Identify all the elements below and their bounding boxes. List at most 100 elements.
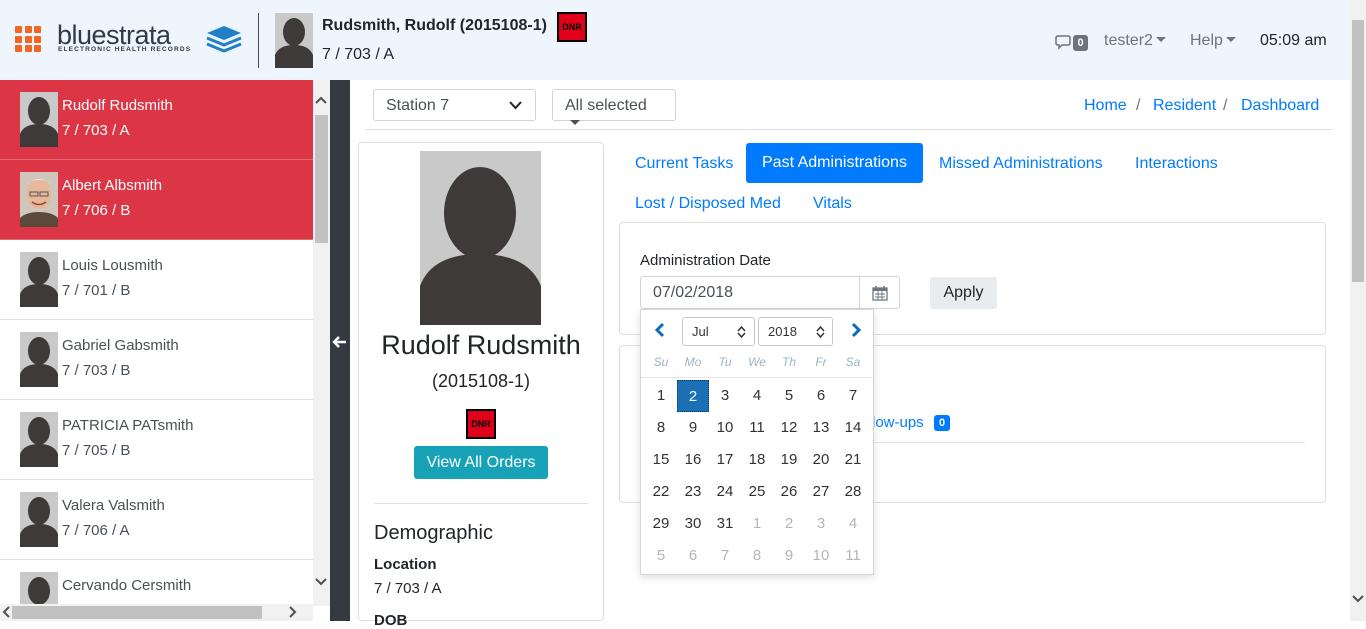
header-dnr-badge: DNR (557, 12, 587, 42)
calendar-day-other-month[interactable]: 10 (805, 540, 837, 572)
resident-name: Valera Valsmith (62, 497, 165, 514)
resident-avatar (20, 92, 58, 147)
resident-item[interactable]: Gabriel Gabsmith 7 / 703 / B (0, 320, 313, 400)
calendar-day[interactable]: 14 (837, 412, 869, 444)
calendar-day[interactable]: 31 (709, 508, 741, 540)
scroll-down-icon[interactable] (1352, 594, 1364, 604)
calendar-day-other-month[interactable]: 4 (837, 508, 869, 540)
calendar-day[interactable]: 21 (837, 444, 869, 476)
tab-current-tasks[interactable]: Current Tasks (635, 155, 733, 173)
calendar-day[interactable]: 22 (645, 476, 677, 508)
next-month-icon[interactable] (849, 322, 863, 338)
resident-item[interactable]: Louis Lousmith 7 / 701 / B (0, 240, 313, 320)
resident-item[interactable]: Valera Valsmith 7 / 706 / A (0, 480, 313, 560)
sidebar-scroll-thumb[interactable] (315, 115, 328, 243)
calendar-day[interactable]: 12 (773, 412, 805, 444)
calendar-day[interactable]: 26 (773, 476, 805, 508)
scroll-up-icon[interactable] (315, 95, 327, 105)
calendar-day[interactable]: 7 (837, 380, 869, 412)
resident-location: 7 / 703 / A (62, 122, 130, 139)
calendar-day[interactable]: 28 (837, 476, 869, 508)
calendar-day[interactable]: 29 (645, 508, 677, 540)
sort-icon (816, 326, 825, 338)
calendar-day[interactable]: 18 (741, 444, 773, 476)
calendar-day[interactable]: 13 (805, 412, 837, 444)
resident-item[interactable]: PATRICIA PATsmith 7 / 705 / B (0, 400, 313, 480)
calendar-day-other-month[interactable]: 2 (773, 508, 805, 540)
messages-icon[interactable] (1055, 34, 1073, 50)
calendar-day-other-month[interactable]: 11 (837, 540, 869, 572)
calendar-day[interactable]: 3 (709, 380, 741, 412)
calendar-day-other-month[interactable]: 8 (741, 540, 773, 572)
resident-item[interactable]: Cervando Cersmith (0, 560, 313, 606)
calendar-day[interactable]: 23 (677, 476, 709, 508)
calendar-day-other-month[interactable]: 7 (709, 540, 741, 572)
profile-id: (2015108-1) (431, 371, 531, 391)
calendar-day[interactable]: 4 (741, 380, 773, 412)
sidebar-collapse-bar[interactable] (330, 80, 350, 621)
calendar-button[interactable] (859, 276, 900, 309)
resident-item[interactable]: Albert Albsmith 7 / 706 / B (0, 160, 313, 240)
calendar-day[interactable]: 17 (709, 444, 741, 476)
calendar-day[interactable]: 16 (677, 444, 709, 476)
calendar-day[interactable]: 27 (805, 476, 837, 508)
resident-avatar (20, 332, 58, 387)
apply-button[interactable]: Apply (930, 277, 997, 309)
tab-past-administrations[interactable]: Past Administrations (746, 143, 923, 183)
scroll-down-icon[interactable] (315, 577, 327, 587)
breadcrumb-home[interactable]: Home (1084, 97, 1127, 115)
calendar-day-other-month[interactable]: 3 (805, 508, 837, 540)
month-select-value: Jul (692, 324, 709, 339)
calendar-day-selected[interactable]: 2 (677, 380, 709, 412)
calendar-day[interactable]: 30 (677, 508, 709, 540)
calendar-day[interactable]: 11 (741, 412, 773, 444)
demographic-heading: Demographic (374, 522, 493, 544)
user-menu[interactable]: tester2 (1104, 32, 1166, 50)
resident-avatar (20, 572, 58, 606)
arrow-left-icon[interactable] (332, 334, 348, 350)
breadcrumb-resident[interactable]: Resident (1153, 97, 1216, 115)
calendar-day[interactable]: 1 (645, 380, 677, 412)
station-select[interactable]: Station 7 (373, 89, 536, 121)
calendar-day-other-month[interactable]: 5 (645, 540, 677, 572)
resident-item[interactable]: Rudolf Rudsmith 7 / 703 / A (0, 80, 313, 160)
calendar-day[interactable]: 6 (805, 380, 837, 412)
year-select[interactable]: 2018 (758, 317, 833, 346)
prev-month-icon[interactable] (653, 322, 667, 338)
view-all-orders-button[interactable]: View All Orders (414, 446, 548, 479)
calendar-day[interactable]: 10 (709, 412, 741, 444)
calendar-day[interactable]: 8 (645, 412, 677, 444)
resident-sidebar: Rudolf Rudsmith 7 / 703 / A Albert Albsm… (0, 80, 313, 606)
calendar-day-other-month[interactable]: 1 (741, 508, 773, 540)
calendar-day[interactable]: 19 (773, 444, 805, 476)
month-select[interactable]: Jul (682, 317, 755, 346)
tab-vitals[interactable]: Vitals (813, 195, 852, 213)
profile-dnr-badge: DNR (466, 409, 496, 439)
tab-missed-administrations[interactable]: Missed Administrations (939, 155, 1103, 173)
apps-grid-icon[interactable] (15, 26, 41, 52)
calendar-day[interactable]: 20 (805, 444, 837, 476)
logo-subtitle: ELECTRONIC HEALTH RECORDS (58, 46, 192, 53)
calendar-day[interactable]: 9 (677, 412, 709, 444)
breadcrumb-dashboard: Dashboard (1241, 97, 1320, 114)
tab-lost-disposed-med[interactable]: Lost / Disposed Med (635, 195, 781, 213)
selection-dropdown[interactable]: All selected (552, 89, 676, 125)
calendar-day[interactable]: 15 (645, 444, 677, 476)
resident-location: 7 / 706 / B (62, 202, 131, 219)
sidebar-hscroll-thumb[interactable] (12, 606, 262, 619)
calendar-day-other-month[interactable]: 6 (677, 540, 709, 572)
main-scroll-thumb[interactable] (1352, 20, 1364, 282)
resident-location: 7 / 706 / A (62, 522, 130, 539)
calendar-day[interactable]: 25 (741, 476, 773, 508)
scroll-right-icon[interactable] (287, 606, 297, 618)
followups-tab[interactable]: low-ups (872, 414, 924, 431)
calendar-day[interactable]: 5 (773, 380, 805, 412)
resident-name: Louis Lousmith (62, 257, 163, 274)
scroll-left-icon[interactable] (2, 606, 12, 618)
administration-date-input[interactable]: 07/02/2018 (640, 276, 860, 309)
tab-interactions[interactable]: Interactions (1135, 155, 1218, 173)
weekday-label: Tu (718, 355, 732, 369)
help-menu[interactable]: Help (1190, 32, 1236, 50)
calendar-day-other-month[interactable]: 9 (773, 540, 805, 572)
calendar-day[interactable]: 24 (709, 476, 741, 508)
